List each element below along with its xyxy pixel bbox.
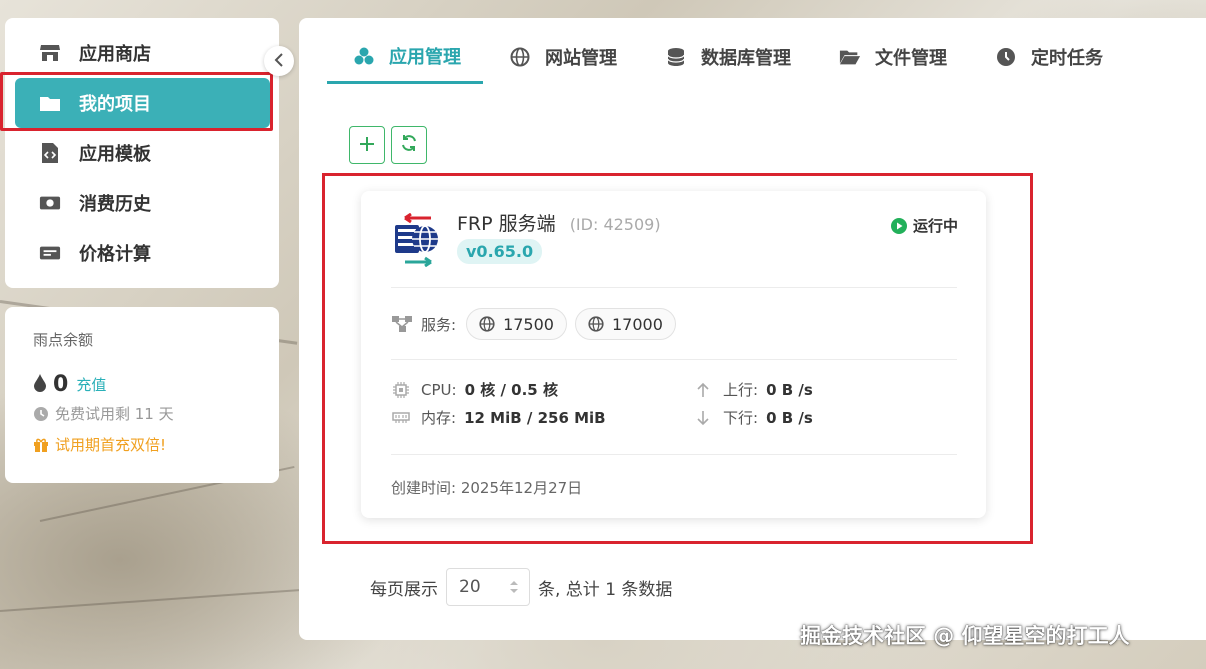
- arrow-down-icon: [693, 410, 713, 426]
- cpu-icon: [391, 381, 411, 398]
- add-button[interactable]: [349, 126, 385, 164]
- divider: [391, 359, 957, 360]
- raindrop-icon: [33, 373, 47, 397]
- services-row: 服务: 17500 17000: [391, 308, 684, 340]
- menu-item-price-calculator[interactable]: 价格计算: [15, 228, 270, 278]
- page-size-select[interactable]: 20: [446, 568, 530, 606]
- balance-title: 雨点余额: [33, 331, 94, 349]
- page-size-value: 20: [459, 577, 481, 597]
- stepper-icon: [509, 579, 519, 595]
- download-label: 下行:: [723, 409, 759, 427]
- plus-icon: [359, 133, 375, 158]
- memory-usage: 内存: 12 MiB / 256 MiB: [391, 407, 606, 428]
- trial-remaining-text: 免费试用剩 11 天: [55, 405, 174, 423]
- menu-item-billing-history[interactable]: 消费历史: [15, 178, 270, 228]
- port-number: 17500: [503, 314, 554, 334]
- project-id: (ID: 42509): [569, 215, 661, 234]
- chevron-left-icon: [274, 52, 284, 71]
- download-rate: 下行: 0 B /s: [693, 407, 813, 428]
- tab-file-management[interactable]: 文件管理: [813, 40, 969, 84]
- memory-icon: [391, 411, 411, 424]
- frp-logo-icon: [391, 212, 445, 268]
- divider: [391, 287, 957, 288]
- background-decoration: [0, 589, 300, 612]
- memory-label: 内存:: [421, 409, 457, 427]
- balance-amount: 0: [53, 372, 69, 397]
- download-value: 0 B /s: [766, 408, 813, 427]
- folder-open-icon: [839, 46, 861, 68]
- recharge-link[interactable]: 充值: [76, 374, 106, 395]
- play-icon: [890, 217, 907, 234]
- database-icon: [665, 46, 687, 68]
- menu-item-label: 应用商店: [79, 44, 151, 65]
- network-icon: [391, 315, 413, 333]
- tab-app-management[interactable]: 应用管理: [327, 40, 483, 84]
- globe-icon: [479, 316, 495, 332]
- main-panel: 应用管理 网站管理 数据库管理 文件管理 定时任务 FRP 服务端 (ID: 4…: [299, 18, 1206, 640]
- refresh-icon: [400, 133, 418, 158]
- promo-text[interactable]: 试用期首充双倍!: [55, 434, 166, 455]
- tab-label: 应用管理: [389, 46, 461, 68]
- refresh-button[interactable]: [391, 126, 427, 164]
- calculator-icon: [39, 242, 61, 264]
- menu-item-label: 消费历史: [79, 194, 151, 215]
- pagination-summary: 条, 总计 1 条数据: [538, 579, 673, 600]
- service-port-tag[interactable]: 17000: [574, 308, 676, 340]
- menu-item-label: 价格计算: [79, 244, 151, 265]
- cpu-label: CPU:: [421, 380, 457, 399]
- port-number: 17000: [611, 314, 663, 334]
- status-text: 运行中: [912, 217, 958, 235]
- upload-label: 上行:: [723, 381, 759, 399]
- tab-bar: 应用管理 网站管理 数据库管理 文件管理 定时任务: [327, 40, 1125, 84]
- globe-icon: [509, 46, 531, 68]
- highlight-box: [0, 72, 273, 131]
- divider: [391, 454, 957, 455]
- services-label: 服务:: [421, 315, 457, 334]
- tab-label: 网站管理: [545, 48, 617, 69]
- collapse-sidebar-button[interactable]: [264, 46, 294, 76]
- cpu-value: 0 核 / 0.5 核: [464, 381, 558, 399]
- pagination: 每页展示 20 条, 总计 1 条数据: [370, 568, 672, 606]
- version-badge: v0.65.0: [457, 239, 543, 264]
- clock-icon: [995, 46, 1017, 68]
- menu-item-app-store[interactable]: 应用商店: [15, 28, 270, 78]
- memory-value: 12 MiB / 256 MiB: [464, 408, 606, 427]
- project-card[interactable]: FRP 服务端 (ID: 42509) v0.65.0 运行中 服务: 1750…: [361, 191, 986, 518]
- project-name: FRP 服务端: [457, 213, 556, 235]
- cubes-icon: [353, 45, 375, 67]
- cpu-usage: CPU: 0 核 / 0.5 核: [391, 379, 558, 400]
- store-icon: [39, 42, 61, 64]
- money-icon: [39, 192, 61, 214]
- menu-item-label: 应用模板: [79, 144, 151, 165]
- service-port-tag[interactable]: 17500: [466, 308, 567, 340]
- gift-icon: [33, 437, 49, 453]
- status-badge: 运行中: [890, 215, 958, 236]
- upload-rate: 上行: 0 B /s: [693, 379, 813, 400]
- menu-item-app-templates[interactable]: 应用模板: [15, 128, 270, 178]
- tab-database-management[interactable]: 数据库管理: [639, 40, 813, 84]
- watermark: 掘金技术社区 @ 仰望星空的打工人: [800, 624, 1130, 648]
- pagination-prefix: 每页展示: [370, 579, 438, 600]
- balance-card: 雨点余额 0 充值 免费试用剩 11 天 试用期首充双倍!: [5, 307, 279, 483]
- tab-label: 数据库管理: [701, 48, 791, 69]
- created-time: 创建时间: 2025年12月27日: [391, 479, 583, 497]
- globe-icon: [588, 316, 604, 332]
- tab-scheduled-tasks[interactable]: 定时任务: [969, 40, 1125, 84]
- file-code-icon: [39, 142, 61, 164]
- sidebar-menu: 应用商店 我的项目 应用模板 消费历史 价格计算: [5, 18, 279, 288]
- tab-label: 文件管理: [875, 48, 947, 69]
- tab-website-management[interactable]: 网站管理: [483, 40, 639, 84]
- tab-label: 定时任务: [1031, 48, 1103, 69]
- arrow-up-icon: [693, 382, 713, 398]
- upload-value: 0 B /s: [766, 380, 813, 399]
- clock-icon: [33, 406, 49, 422]
